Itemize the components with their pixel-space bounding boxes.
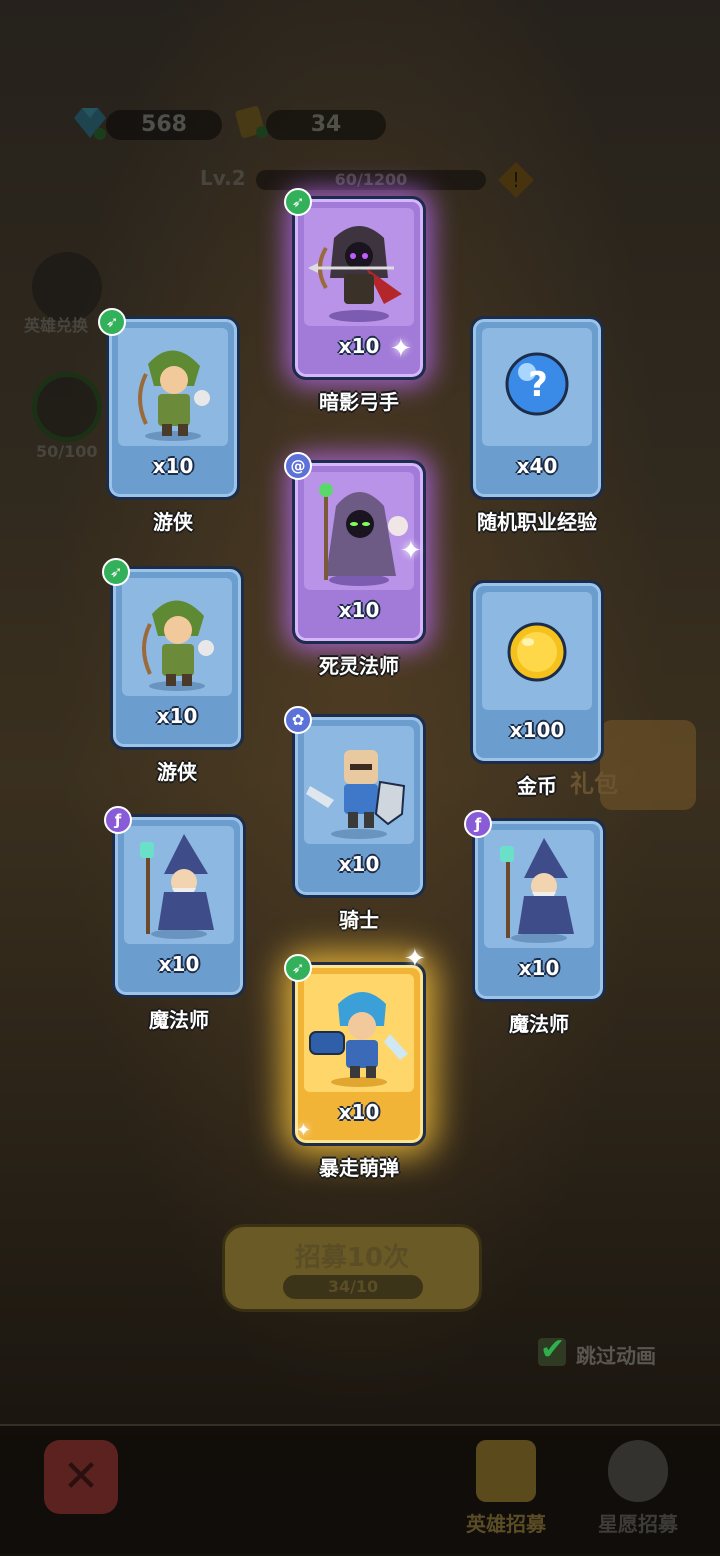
tab-label: 英雄招募 xyxy=(466,1512,546,1536)
mage-portrait xyxy=(484,830,594,948)
card-name: 游侠 xyxy=(153,510,193,534)
sparkle-icon: ✦ xyxy=(390,334,412,364)
bow-icon: ➶ xyxy=(102,558,130,586)
reward-card-random-class-exp[interactable]: ? x40 随机职业经验 xyxy=(470,316,604,534)
checkmark-icon: ✔ xyxy=(540,1332,566,1367)
card-quantity: x100 xyxy=(509,718,565,742)
bow-icon: ➶ xyxy=(284,954,312,982)
card-quantity: x10 xyxy=(156,704,198,728)
mage-portrait xyxy=(124,826,234,944)
card-quantity: x10 xyxy=(152,454,194,478)
shadow-archer-portrait xyxy=(304,208,414,326)
tab-label: 星愿招募 xyxy=(598,1512,678,1536)
wand-icon: ƒ xyxy=(464,810,492,838)
svg-text:?: ? xyxy=(528,365,548,405)
hero-recruit-icon xyxy=(476,1440,536,1502)
ranger-portrait xyxy=(118,328,228,446)
reward-card-berserk-bomber[interactable]: ➶ x10 暴走萌弹 xyxy=(284,954,426,1180)
star-wish-icon xyxy=(608,1440,668,1502)
ranger-portrait xyxy=(122,578,232,696)
card-name: 魔法师 xyxy=(509,1012,569,1036)
knight-portrait xyxy=(304,726,414,844)
card-name: 游侠 xyxy=(157,760,197,784)
reward-card-mage[interactable]: ƒ x10 魔法师 xyxy=(104,806,246,1032)
card-name: 骑士 xyxy=(339,908,379,932)
sparkle-icon: ✦ xyxy=(400,536,422,566)
mystery-orb-icon: ? xyxy=(482,328,592,446)
paw-icon: ✿ xyxy=(284,706,312,734)
card-quantity: x10 xyxy=(338,1100,380,1124)
sparkle-icon: ✦ xyxy=(404,944,426,974)
tab-star-wish[interactable]: 星愿招募 xyxy=(586,1440,690,1537)
reward-card-ranger[interactable]: ➶ x10 游侠 xyxy=(98,308,240,534)
card-name: 死灵法师 xyxy=(319,654,399,678)
berserk-bomber-portrait xyxy=(304,974,414,1092)
necromancer-portrait xyxy=(304,472,414,590)
reward-card-mage[interactable]: ƒ x10 魔法师 xyxy=(464,810,606,1036)
recruit-cost: 34/10 xyxy=(283,1275,423,1299)
card-quantity: x10 xyxy=(338,598,380,622)
card-name: 金币 xyxy=(517,774,557,798)
recruit-label: 招募10次 xyxy=(294,1243,410,1273)
skip-animation-label: 跳过动画 xyxy=(576,1344,656,1368)
reward-card-gold-coin[interactable]: x100 金币 xyxy=(470,580,604,798)
card-quantity: x10 xyxy=(158,952,200,976)
card-name: 暗影弓手 xyxy=(319,390,399,414)
bow-icon: ➶ xyxy=(284,188,312,216)
card-quantity: x40 xyxy=(516,454,558,478)
reward-card-knight[interactable]: ✿ x10 骑士 xyxy=(284,706,426,932)
card-quantity: x10 xyxy=(518,956,560,980)
close-icon[interactable]: ✕ xyxy=(44,1440,118,1514)
reward-card-ranger[interactable]: ➶ x10 游侠 xyxy=(102,558,244,784)
card-name: 随机职业经验 xyxy=(477,510,597,534)
swirl-icon: @ xyxy=(284,452,312,480)
card-name: 魔法师 xyxy=(149,1008,209,1032)
bow-icon: ➶ xyxy=(98,308,126,336)
sparkle-icon: ✦ xyxy=(296,1120,312,1141)
gold-coin-icon xyxy=(482,592,592,710)
card-name: 暴走萌弹 xyxy=(319,1156,399,1180)
recruit-10-button[interactable]: 招募10次 34/10 xyxy=(222,1224,482,1312)
wand-icon: ƒ xyxy=(104,806,132,834)
card-quantity: x10 xyxy=(338,852,380,876)
tab-hero-recruit[interactable]: 英雄招募 xyxy=(454,1440,558,1537)
